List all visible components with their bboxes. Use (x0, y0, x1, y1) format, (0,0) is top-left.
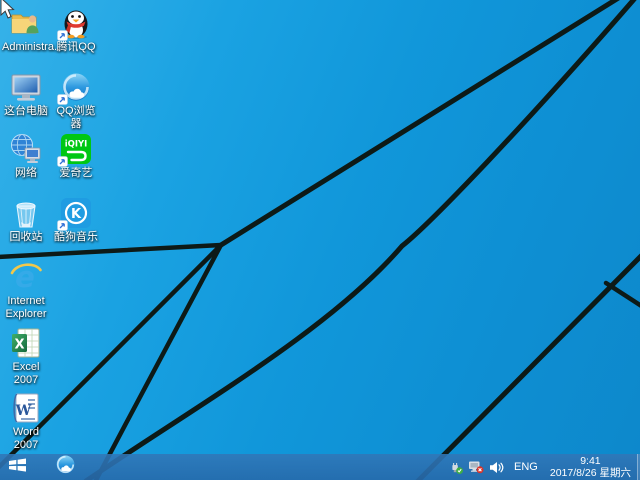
network-icon (9, 132, 43, 166)
icon-label: Word 2007 (2, 426, 50, 452)
desktop-icon-recycle-bin[interactable]: 回收站 (2, 196, 50, 244)
desktop-icon-iqiyi[interactable]: iQIYI 爱奇艺 (52, 132, 100, 180)
excel-2007-icon: X (9, 326, 43, 360)
this-pc-icon (9, 70, 43, 104)
shortcut-arrow-icon (57, 220, 68, 231)
desktop-icon-network[interactable]: 网络 (2, 132, 50, 180)
windows-flag-icon (8, 457, 27, 477)
word-w-glyph: W (15, 403, 32, 419)
usb-safely-remove-icon[interactable] (448, 459, 464, 475)
taskbar: ENG 9:41 2017/8/26 星期六 (0, 454, 640, 480)
desktop-icon-internet-explorer[interactable]: e Internet Explorer (2, 260, 50, 321)
start-button[interactable] (0, 454, 34, 480)
clock-time: 9:41 (550, 455, 631, 467)
desktop-icon-qq-browser[interactable]: QQ浏览器 (52, 70, 100, 131)
icon-label: 回收站 (2, 231, 50, 244)
word-2007-icon: W (9, 391, 43, 425)
shortcut-arrow-icon (57, 156, 68, 167)
network-disconnected-icon[interactable] (468, 459, 484, 475)
qq-browser-taskbar-icon (55, 454, 76, 480)
icon-label: QQ浏览器 (52, 105, 100, 131)
kugou-k-glyph: K (71, 207, 82, 222)
administrator-folder-icon (9, 6, 43, 40)
clock[interactable]: 9:41 2017/8/26 星期六 (548, 455, 636, 479)
internet-explorer-icon: e (9, 260, 43, 294)
iqiyi-wordmark: iQIYI (65, 140, 88, 150)
desktop-icon-this-pc[interactable]: 这台电脑 (2, 70, 50, 118)
icon-label: 爱奇艺 (52, 167, 100, 180)
taskbar-qq-browser-button[interactable] (48, 454, 82, 480)
icon-label: Excel 2007 (2, 361, 50, 387)
desktop-icon-administrator[interactable]: Administra... (2, 6, 50, 54)
desktop-icon-kugou-music[interactable]: K 酷狗音乐 (52, 196, 100, 244)
desktop-icon-word-2007[interactable]: W Word 2007 (2, 391, 50, 452)
icon-label: 网络 (2, 167, 50, 180)
excel-x-glyph: X (14, 338, 24, 353)
desktop: Administra... 这台电脑 (0, 0, 640, 480)
recycle-bin-icon (9, 196, 43, 230)
clock-date: 2017/8/26 星期六 (550, 467, 631, 479)
shortcut-arrow-icon (57, 94, 68, 105)
icon-label: 腾讯QQ (52, 41, 100, 54)
language-indicator[interactable]: ENG (508, 461, 544, 473)
volume-icon[interactable] (488, 459, 504, 475)
desktop-icon-tencent-qq[interactable]: 腾讯QQ (52, 6, 100, 54)
icon-label: Administra... (2, 41, 50, 54)
icon-label: 这台电脑 (2, 105, 50, 118)
system-tray: ENG 9:41 2017/8/26 星期六 (448, 454, 636, 480)
shortcut-arrow-icon (57, 30, 68, 41)
icon-label: Internet Explorer (2, 295, 50, 321)
icon-label: 酷狗音乐 (52, 231, 100, 244)
desktop-icon-excel-2007[interactable]: X Excel 2007 (2, 326, 50, 387)
